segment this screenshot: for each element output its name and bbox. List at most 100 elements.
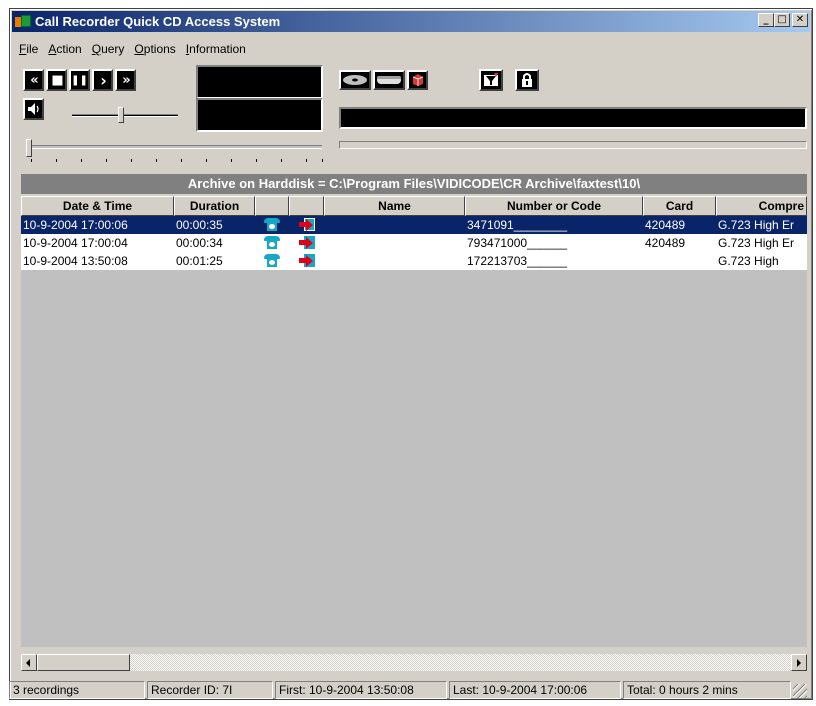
volume-button[interactable] xyxy=(23,98,44,120)
cell-card: 420489 xyxy=(645,218,686,232)
cd-icon xyxy=(343,75,367,85)
menu-options[interactable]: Options xyxy=(129,40,180,58)
cell-date: 10-9-2004 13:50:08 xyxy=(23,254,128,268)
resize-grip[interactable] xyxy=(793,684,807,698)
arrow-right-icon xyxy=(797,659,801,667)
col-type[interactable] xyxy=(255,196,289,216)
col-name[interactable]: Name xyxy=(324,196,465,216)
cell-name xyxy=(324,252,465,270)
cell-date: 10-9-2004 17:00:06 xyxy=(23,218,128,232)
col-card[interactable]: Card xyxy=(643,196,716,216)
menu-file[interactable]: File xyxy=(14,40,43,58)
archive-box-button[interactable] xyxy=(407,70,428,90)
telephone-icon xyxy=(264,254,280,268)
telephone-icon xyxy=(264,218,280,232)
play-icon: › xyxy=(100,70,106,90)
cell-name xyxy=(324,216,465,234)
status-total: Total: 0 hours 2 mins xyxy=(623,681,791,699)
app-icon xyxy=(15,14,31,30)
cell-compression: G.723 High Er xyxy=(718,218,795,232)
table-row[interactable]: 10-9-2004 17:00:06 00:00:35 3471091_____… xyxy=(21,216,807,234)
tool-buttons xyxy=(479,69,539,91)
cell-duration: 00:01:25 xyxy=(176,254,223,268)
play-button[interactable]: › xyxy=(92,69,113,91)
cell-card xyxy=(643,252,716,270)
status-bar: 3 recordings Recorder ID: 7I First: 10-9… xyxy=(9,680,813,700)
box-icon xyxy=(412,74,423,86)
maximize-icon: □ xyxy=(777,14,787,25)
status-recorder-id: Recorder ID: 7I xyxy=(147,681,273,699)
time-display-top xyxy=(196,65,323,99)
progress-bar xyxy=(339,141,807,149)
fast-forward-button[interactable]: » xyxy=(115,69,136,91)
rewind-button[interactable]: « xyxy=(23,69,44,91)
info-display xyxy=(339,107,807,129)
col-number[interactable]: Number or Code xyxy=(465,196,643,216)
col-compression[interactable]: Compre xyxy=(716,196,807,216)
harddisk-icon xyxy=(377,76,401,84)
pause-icon: ❚❚ xyxy=(71,74,88,86)
close-button[interactable]: ✕ xyxy=(792,13,808,27)
cell-card: 420489 xyxy=(645,236,686,250)
cell-number: 3471091________ xyxy=(467,218,568,232)
window-title: Call Recorder Quick CD Access System xyxy=(35,14,281,29)
col-direction[interactable] xyxy=(289,196,324,216)
col-date-time[interactable]: Date & Time xyxy=(21,196,174,216)
cell-duration: 00:00:34 xyxy=(176,236,223,250)
stop-icon: ■ xyxy=(51,72,63,88)
archive-path-header: Archive on Harddisk = C:\Program Files\V… xyxy=(21,174,807,194)
filter-icon xyxy=(484,73,498,86)
cell-date: 10-9-2004 17:00:04 xyxy=(23,236,128,250)
close-icon: ✕ xyxy=(795,14,805,25)
maximize-button[interactable]: □ xyxy=(774,13,790,27)
lock-icon xyxy=(522,73,532,87)
time-display-bottom xyxy=(196,98,323,132)
volume-slider-thumb[interactable] xyxy=(118,107,124,123)
scroll-right-button[interactable] xyxy=(791,654,807,671)
table-row[interactable]: 10-9-2004 13:50:08 00:01:25 172213703___… xyxy=(21,252,807,270)
cell-number: 793471000______ xyxy=(467,236,568,250)
cell-name xyxy=(324,234,465,252)
position-slider-thumb[interactable] xyxy=(26,139,32,157)
pause-button[interactable]: ❚❚ xyxy=(69,69,90,91)
status-last: Last: 10-9-2004 17:00:06 xyxy=(449,681,621,699)
lock-button[interactable] xyxy=(515,69,539,91)
cell-duration: 00:00:35 xyxy=(176,218,223,232)
list-header: Date & Time Duration Name Number or Code… xyxy=(21,196,807,216)
cd-button[interactable] xyxy=(339,70,371,90)
status-count: 3 recordings xyxy=(9,681,145,699)
menu-information[interactable]: Information xyxy=(181,40,251,58)
title-bar[interactable]: Call Recorder Quick CD Access System _ □… xyxy=(12,11,810,32)
arrow-left-icon xyxy=(26,659,30,667)
harddisk-button[interactable] xyxy=(373,70,405,90)
fast-forward-icon: » xyxy=(122,72,131,88)
table-row[interactable]: 10-9-2004 17:00:04 00:00:34 793471000___… xyxy=(21,234,807,252)
stop-button[interactable]: ■ xyxy=(46,69,67,91)
transport-controls: « ■ ❚❚ › » xyxy=(23,69,136,91)
minimize-icon: _ xyxy=(763,14,769,25)
minimize-button[interactable]: _ xyxy=(758,13,774,27)
speaker-icon xyxy=(27,103,39,115)
menu-query[interactable]: Query xyxy=(87,40,130,58)
position-ticks xyxy=(31,159,323,163)
volume-slider-track[interactable] xyxy=(72,114,178,117)
col-duration[interactable]: Duration xyxy=(174,196,255,216)
menu-action[interactable]: Action xyxy=(43,40,86,58)
telephone-icon xyxy=(264,236,280,250)
rewind-icon: « xyxy=(30,72,39,88)
media-buttons xyxy=(339,70,428,90)
status-first: First: 10-9-2004 13:50:08 xyxy=(275,681,447,699)
cell-compression: G.723 High Er xyxy=(718,236,795,250)
incoming-arrow-icon xyxy=(298,236,315,250)
main-window: Call Recorder Quick CD Access System _ □… xyxy=(9,8,813,700)
incoming-arrow-icon xyxy=(298,218,315,232)
incoming-arrow-icon xyxy=(298,254,315,268)
menu-bar: File Action Query Options Information xyxy=(14,40,251,58)
horizontal-scrollbar[interactable] xyxy=(21,654,807,671)
recordings-list[interactable]: Date & Time Duration Name Number or Code… xyxy=(21,196,807,647)
position-slider-track[interactable] xyxy=(30,145,322,149)
cell-compression: G.723 High xyxy=(718,254,779,268)
filter-button[interactable] xyxy=(479,69,503,91)
scroll-left-button[interactable] xyxy=(21,654,37,671)
scroll-thumb[interactable] xyxy=(37,654,130,671)
